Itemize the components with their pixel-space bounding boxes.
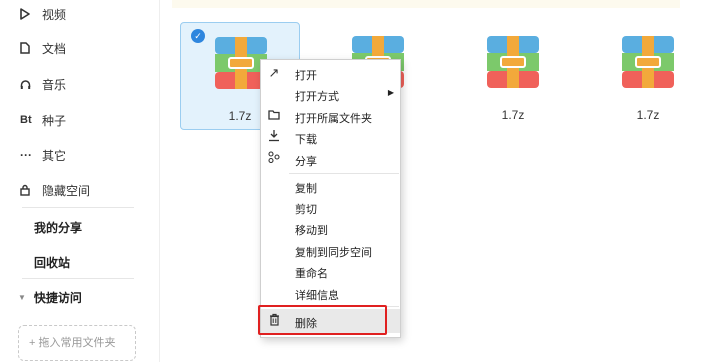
drop-folder-zone[interactable]: + 拖入常用文件夹: [18, 325, 136, 361]
menu-item-label: 复制到同步空间: [295, 247, 372, 259]
menu-item-move-to[interactable]: 移动到: [261, 219, 400, 239]
open-arrow-icon: ↗: [268, 65, 280, 80]
menu-item-share[interactable]: 分享: [261, 150, 400, 170]
download-icon: [267, 129, 281, 145]
menu-item-label: 剪切: [295, 204, 317, 216]
menu-item-label: 移动到: [295, 225, 328, 237]
checkmark-icon[interactable]: ✓: [191, 29, 205, 43]
submenu-arrow-icon: ▶: [387, 88, 394, 97]
more-icon: ···: [20, 148, 32, 162]
bt-icon: Bt: [20, 114, 32, 126]
sidebar-item-other[interactable]: ··· 其它: [20, 141, 66, 169]
file-tile[interactable]: 1.7z: [588, 22, 708, 130]
menu-item-label: 打开方式: [295, 91, 339, 103]
video-icon: [20, 8, 42, 20]
menu-item-open[interactable]: ↗ 打开: [261, 64, 400, 84]
quick-access-label: 快捷访问: [33, 291, 82, 305]
menu-item-rename[interactable]: 重命名: [261, 262, 400, 282]
sidebar-item-label: 种子: [42, 113, 67, 128]
headphones-icon: [20, 79, 42, 90]
menu-item-copy[interactable]: 复制: [261, 177, 400, 197]
sidebar-item-label: 文档: [42, 41, 67, 56]
sidebar-divider: [22, 207, 134, 208]
sidebar-item-documents[interactable]: 文档: [20, 34, 66, 62]
caret-down-icon: ▼: [18, 293, 26, 302]
sidebar-item-recycle-bin[interactable]: 回收站: [34, 254, 70, 271]
sidebar-item-music[interactable]: 音乐: [20, 70, 66, 98]
menu-item-label: 打开所属文件夹: [295, 113, 372, 125]
file-name: 1.7z: [636, 108, 660, 122]
lock-icon: [20, 184, 42, 196]
sidebar-item-hidden-space[interactable]: 隐藏空间: [20, 176, 90, 204]
sidebar-item-label: 其它: [42, 148, 67, 163]
document-icon: [20, 42, 42, 54]
menu-item-label: 分享: [295, 156, 317, 168]
quick-access-header[interactable]: ▼ 快捷访问: [18, 289, 82, 306]
sidebar-item-my-share[interactable]: 我的分享: [34, 219, 82, 236]
sidebar-item-label: 音乐: [42, 77, 67, 92]
sidebar-item-label: 隐藏空间: [42, 183, 91, 198]
menu-item-label: 重命名: [295, 268, 328, 280]
file-name: 1.7z: [501, 108, 525, 122]
menu-item-label: 复制: [295, 183, 317, 195]
delete-highlight-box: [258, 305, 387, 335]
folder-icon: [267, 108, 281, 124]
archive-icon: [487, 36, 539, 88]
menu-item-download[interactable]: 下载: [261, 128, 400, 148]
menu-item-label: 下载: [295, 134, 317, 146]
archive-icon: [622, 36, 674, 88]
menu-item-cut[interactable]: 剪切: [261, 198, 400, 218]
share-icon: [267, 151, 281, 167]
sidebar-divider: [22, 278, 134, 279]
sidebar: 视频 文档 音乐 Bt 种子 ··· 其它 隐藏空间 我的分享 回收站 ▼ 快捷…: [0, 0, 160, 362]
sidebar-item-label: 视频: [42, 7, 67, 22]
menu-item-details[interactable]: 详细信息: [261, 284, 400, 304]
top-banner: [172, 0, 680, 8]
menu-item-copy-to-sync[interactable]: 复制到同步空间: [261, 241, 400, 261]
menu-item-label: 打开: [295, 70, 317, 82]
menu-item-label: 详细信息: [295, 290, 339, 302]
sidebar-item-video[interactable]: 视频: [20, 0, 66, 28]
sidebar-item-torrents[interactable]: Bt 种子: [20, 106, 66, 134]
menu-item-open-folder[interactable]: 打开所属文件夹: [261, 107, 400, 127]
menu-separator: [289, 173, 399, 174]
menu-item-open-with[interactable]: 打开方式 ▶: [261, 85, 400, 105]
file-tile[interactable]: 1.7z: [453, 22, 573, 130]
context-menu: ↗ 打开 打开方式 ▶ 打开所属文件夹 下载 分享 复制 剪切 移动到 复制到同…: [260, 59, 401, 338]
